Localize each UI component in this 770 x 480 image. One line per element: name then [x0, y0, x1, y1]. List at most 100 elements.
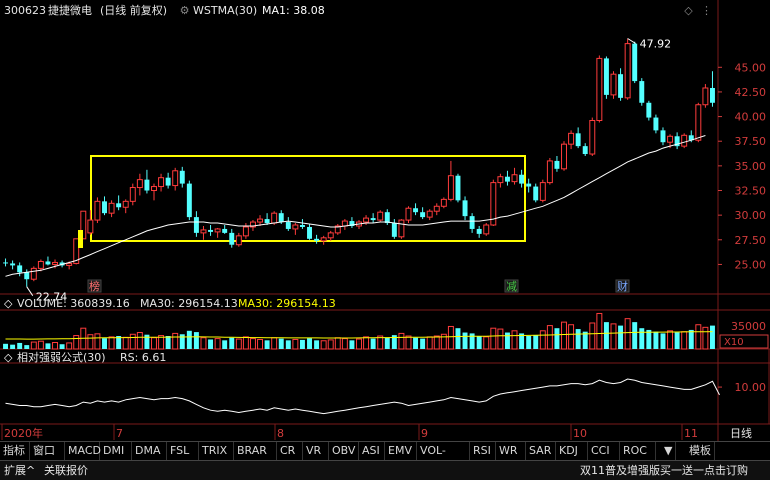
- tab-3[interactable]: MACD: [65, 442, 101, 460]
- event-marker: 财: [615, 279, 630, 293]
- candle-body: [511, 174, 518, 183]
- tab-12[interactable]: ASI: [359, 442, 385, 460]
- candle-body: [653, 117, 659, 131]
- volume-bar: [497, 328, 504, 350]
- volume-bar: [222, 340, 228, 349]
- volume-bar: [278, 338, 284, 349]
- candle-body: [257, 218, 264, 223]
- candle-body: [462, 200, 468, 217]
- volume-bar: [242, 336, 249, 350]
- volume-bar: [307, 338, 312, 349]
- candle: [45, 256, 51, 266]
- expand-button[interactable]: 扩展^: [4, 462, 35, 479]
- candle-body: [116, 203, 122, 208]
- volume-bar: [271, 337, 278, 350]
- candle: [632, 41, 638, 84]
- tab-15[interactable]: RSI: [470, 442, 496, 460]
- candle-body: [193, 217, 199, 233]
- candle-body: [702, 87, 709, 106]
- volume-bar: [596, 312, 603, 350]
- volume-bar: [533, 335, 539, 349]
- candle: [653, 114, 659, 134]
- candle: [539, 179, 546, 203]
- candle: [483, 223, 490, 236]
- volume-bar: [568, 324, 575, 350]
- rs-icon[interactable]: ◇: [4, 349, 12, 367]
- candle-body: [709, 87, 715, 103]
- volume-bar: [334, 337, 341, 350]
- candle: [87, 210, 94, 235]
- volume-bar: [30, 341, 37, 350]
- volume-bar: [235, 338, 242, 350]
- tab-6[interactable]: FSL: [167, 442, 199, 460]
- tab-8[interactable]: BRAR: [234, 442, 277, 460]
- volume-bar: [208, 339, 214, 349]
- tab-2[interactable]: 窗口: [30, 442, 65, 460]
- tab-1[interactable]: 指标: [0, 442, 30, 460]
- tab-5[interactable]: DMA: [132, 442, 167, 460]
- tab-16[interactable]: WR: [496, 442, 526, 460]
- tab-9[interactable]: CR: [277, 442, 303, 460]
- candle-body: [660, 130, 666, 143]
- candle-body: [10, 263, 16, 266]
- candle: [370, 213, 376, 224]
- high-pointer: [627, 38, 636, 44]
- tab-7[interactable]: TRIX: [199, 442, 234, 460]
- candle: [681, 133, 688, 149]
- volume-bar: [257, 338, 264, 350]
- rs-value: RS: 6.61: [120, 351, 167, 364]
- candle: [292, 223, 299, 235]
- tab-20[interactable]: ROC: [620, 442, 656, 460]
- candle: [136, 173, 143, 196]
- price-tick-label: 42.50: [735, 86, 767, 99]
- tab-17[interactable]: SAR: [526, 442, 556, 460]
- volume-icon[interactable]: ◇: [4, 295, 12, 313]
- template-button[interactable]: 模板: [686, 442, 715, 460]
- tab-18[interactable]: KDJ: [556, 442, 588, 460]
- chart-canvas[interactable]: 45.00 42.50 40.00 37.50 35.00 32.50 30.00 27.50…: [0, 0, 770, 441]
- candle-body: [610, 73, 617, 96]
- tab-19[interactable]: CCI: [588, 442, 620, 460]
- price-tick-label: 45.00: [735, 61, 767, 74]
- volume-bar: [264, 340, 270, 349]
- volume-bar: [511, 330, 518, 350]
- candle: [341, 219, 348, 230]
- volume-bar: [539, 330, 546, 350]
- candle: [391, 219, 397, 239]
- candle: [462, 196, 468, 221]
- candle-body: [596, 57, 603, 122]
- volume-bar: [688, 329, 694, 349]
- candle-body: [519, 174, 525, 184]
- candle: [307, 224, 312, 240]
- candle: [214, 227, 221, 238]
- indicator-tab-bar: 指标 窗口 MACD DMI DMA FSL TRIX BRAR CR VR OBV ASI EMV VO…: [0, 441, 770, 475]
- tab-11[interactable]: OBV: [329, 442, 359, 460]
- volume-bar: [490, 327, 497, 350]
- tab-13[interactable]: EMV: [385, 442, 417, 460]
- candle-body: [667, 135, 674, 143]
- candle: [94, 197, 101, 224]
- candle-body: [546, 160, 553, 184]
- candle-body: [136, 179, 143, 189]
- candle: [186, 180, 192, 221]
- candle: [327, 230, 334, 241]
- tabs-dropdown[interactable]: ▼: [661, 442, 677, 460]
- candle-body: [52, 261, 58, 265]
- volume-bar: [546, 325, 553, 350]
- rs-line: [5, 378, 720, 415]
- candle-body: [398, 219, 405, 238]
- tab-14[interactable]: VOL-TDX: [417, 442, 470, 475]
- tab-4[interactable]: DMI: [100, 442, 132, 460]
- candle: [144, 169, 150, 194]
- candle: [108, 200, 115, 218]
- candle-body: [186, 183, 192, 218]
- related-quotes-button[interactable]: 关联报价: [44, 462, 88, 479]
- candle-body: [314, 238, 320, 241]
- promo-link[interactable]: 双11普及增强版买一送一点击订购: [580, 462, 748, 479]
- tab-10[interactable]: VR: [303, 442, 329, 460]
- candle: [546, 157, 553, 185]
- candle: [179, 166, 185, 188]
- candle-body: [533, 186, 539, 201]
- volume-bar: [413, 337, 419, 349]
- candle: [476, 225, 482, 238]
